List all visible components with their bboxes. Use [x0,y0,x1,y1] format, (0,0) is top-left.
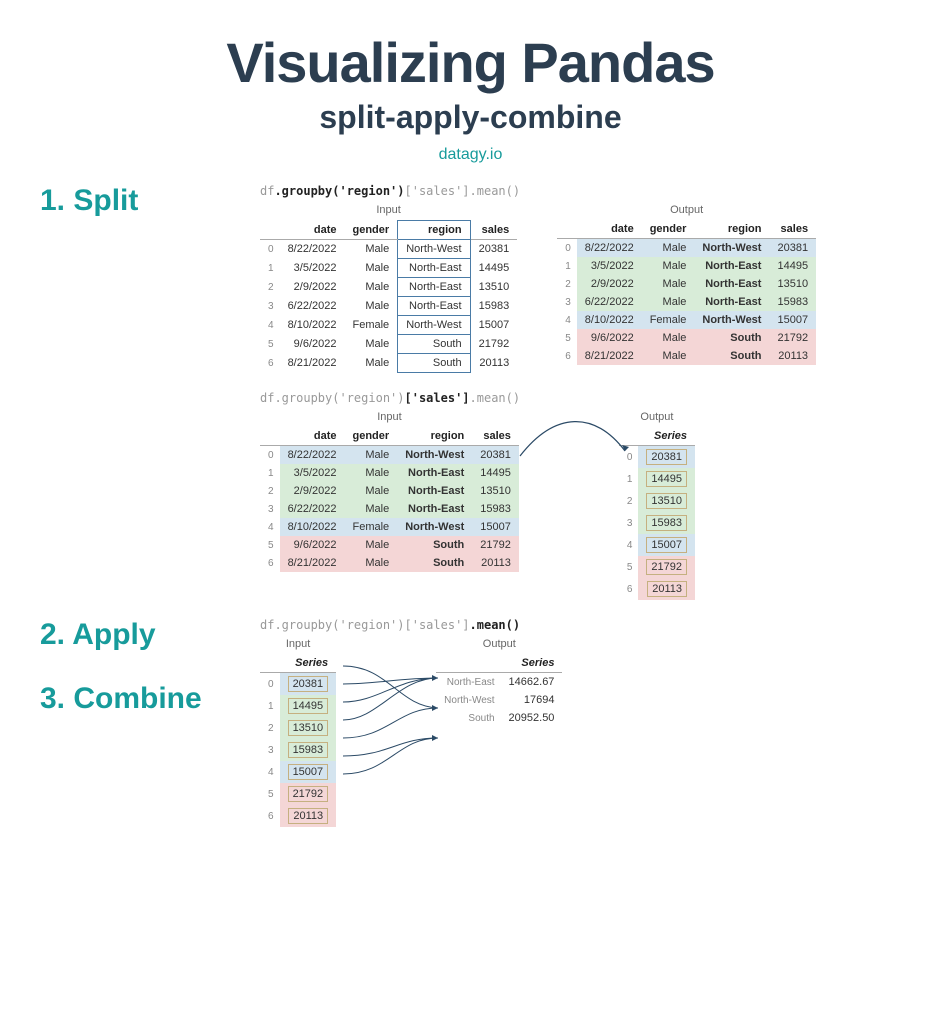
table-header: dategenderregionsales [260,221,517,240]
result-row: North-East14662.67 [436,673,562,692]
code-df: df [260,184,274,198]
table-row: 13/5/2022MaleNorth-East14495 [260,464,519,482]
result-row: South20952.50 [436,709,562,727]
table-row: 68/21/2022MaleSouth20113 [260,554,519,572]
series-row: 415007 [619,534,695,556]
code-line-1: df.groupby('region')['sales'].mean() [260,184,901,198]
table-row: 59/6/2022MaleSouth21792 [260,335,517,354]
code-df: df [260,618,274,632]
header: Visualizing Pandas split-apply-combine d… [40,30,901,164]
series-row: 315983 [619,512,695,534]
table-row: 68/21/2022MaleSouth20113 [260,354,517,373]
series-row: 213510 [619,490,695,512]
table-header: dategenderregionsales [260,427,519,446]
output-series: Series0203811144952135103159834150075217… [619,427,695,600]
input-table: dategenderregionsales08/22/2022MaleNorth… [260,220,517,373]
step-label-apply: 2. Apply [40,618,240,652]
output-label: Output [619,411,695,423]
page-subtitle: split-apply-combine [40,99,901,136]
table-row: 13/5/2022MaleNorth-East14495 [557,257,816,275]
table-row: 22/9/2022MaleNorth-East13510 [557,275,816,293]
table-row: 36/22/2022MaleNorth-East15983 [260,297,517,316]
output-label: Output [557,204,816,216]
table-row: 48/10/2022FemaleNorth-West15007 [557,311,816,329]
page-title: Visualizing Pandas [40,30,901,95]
series-row: 415007 [260,761,336,783]
step-label-split: 1. Split [40,184,240,218]
series-row: 213510 [260,717,336,739]
code-mean: .mean() [470,184,521,198]
table-row: 13/5/2022MaleNorth-East14495 [260,259,517,278]
table-header: dategenderregionsales [557,220,816,239]
result-row: North-West17694 [436,691,562,709]
section-apply-combine: 2. Apply 3. Combine df.groupby('region')… [40,618,901,827]
series-row: 114495 [260,695,336,717]
code-sales: ['sales'] [405,618,470,632]
table-row: 59/6/2022MaleSouth21792 [260,536,519,554]
output-label: Output [436,638,562,650]
table-row: 36/22/2022MaleNorth-East15983 [260,500,519,518]
series-row: 315983 [260,739,336,761]
table-row: 08/22/2022MaleNorth-West20381 [260,240,517,259]
section-select: df.groupby('region')['sales'].mean() Inp… [40,391,901,600]
code-df: df [260,391,274,405]
series-row: 521792 [260,783,336,805]
table-row: 48/10/2022FemaleNorth-West15007 [260,518,519,536]
code-groupby: .groupby('region') [274,618,404,632]
section-split: 1. Split df.groupby('region')['sales'].m… [40,184,901,373]
code-line-2: df.groupby('region')['sales'].mean() [260,391,901,405]
code-mean: .mean() [470,391,521,405]
table-row: 48/10/2022FemaleNorth-West15007 [260,316,517,335]
arrow-fan [338,656,448,806]
series-row: 114495 [619,468,695,490]
series-row: 521792 [619,556,695,578]
series-row: 020381 [619,446,695,469]
series-row: 020381 [260,673,336,696]
table-row: 22/9/2022MaleNorth-East13510 [260,278,517,297]
table-row: 36/22/2022MaleNorth-East15983 [557,293,816,311]
step-label-combine: 3. Combine [40,682,240,716]
code-mean: .mean() [470,618,521,632]
code-line-3: df.groupby('region')['sales'].mean() [260,618,901,632]
input-series: Series0203811144952135103159834150075217… [260,654,336,827]
series-header: Series [260,654,336,673]
output-result: SeriesNorth-East14662.67North-West17694S… [436,654,562,727]
arrow-curve [515,416,635,476]
result-header: Series [436,654,562,673]
input-label: Input [260,411,519,423]
table-row: 08/22/2022MaleNorth-West20381 [557,239,816,258]
output-table: dategenderregionsales08/22/2022MaleNorth… [557,220,816,365]
code-sales: ['sales'] [405,391,470,405]
input-label: Input [260,638,336,650]
table-row: 68/21/2022MaleSouth20113 [557,347,816,365]
series-row: 620113 [260,805,336,827]
table-row: 22/9/2022MaleNorth-East13510 [260,482,519,500]
source-link[interactable]: datagy.io [40,146,901,164]
code-sales: ['sales'] [405,184,470,198]
table-row: 08/22/2022MaleNorth-West20381 [260,446,519,465]
series-row: 620113 [619,578,695,600]
code-groupby: .groupby('region') [274,391,404,405]
input-label: Input [260,204,517,216]
series-header: Series [619,427,695,446]
code-groupby: .groupby('region') [274,184,404,198]
input-table: dategenderregionsales08/22/2022MaleNorth… [260,427,519,572]
table-row: 59/6/2022MaleSouth21792 [557,329,816,347]
